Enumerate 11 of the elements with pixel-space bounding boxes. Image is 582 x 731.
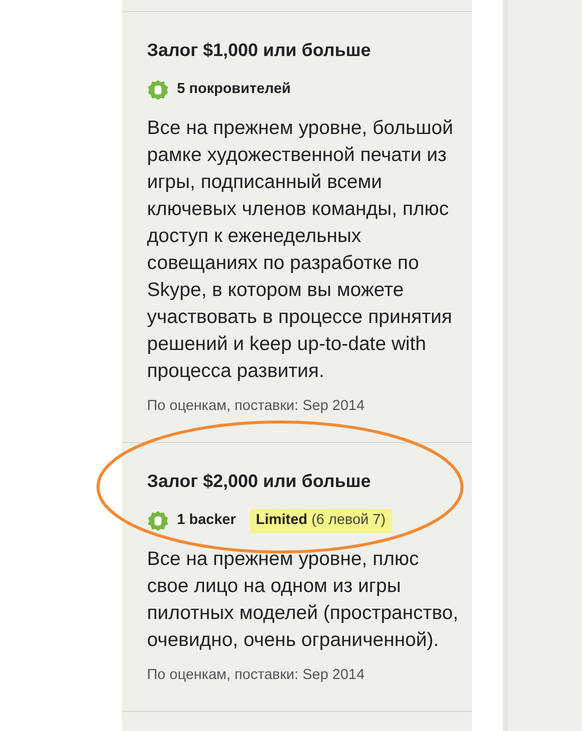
limited-badge: Limited (6 левой 7) xyxy=(250,509,392,533)
reward-title: Залог $2,000 или больше xyxy=(147,470,372,492)
delivery-date: По оценкам, поставки: Sep 2014 xyxy=(147,398,366,415)
reward-title: Залог $1,000 или больше xyxy=(147,39,372,61)
backer-count: 5 покровителей xyxy=(177,80,291,100)
backer-count: 1 backer xyxy=(177,511,236,530)
badge-icon xyxy=(147,510,169,532)
reward-description: Все на прежнем уровне, плюс свое лицо на одном из игры пилотных моделей (пространство, очевидно, очень ограниченной). xyxy=(147,547,460,653)
reward-description: Все на прежнем уровне, большой рамке художественной печати из игры, подписанный всеми ключевых членов команды, плюс доступ к еженедельных совещаниях по разработке по Skype, в котором вы можете участвовать в процессе принятия решений и keep up-to-date with процесса развития. xyxy=(147,116,454,384)
delivery-date: По оценкам, поставки: Sep 2014 xyxy=(147,667,366,684)
badge-icon xyxy=(147,79,169,101)
